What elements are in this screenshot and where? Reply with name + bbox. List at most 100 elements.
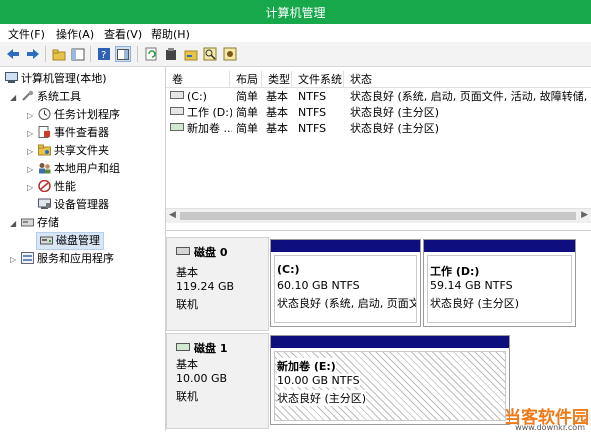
partition-d[interactable]: 工作 (D:) 59.14 GB NTFS 状态良好 (主分区)	[423, 239, 576, 327]
table-row[interactable]: 工作 (D:)	[170, 105, 232, 121]
partition-header-bar	[424, 240, 575, 252]
column-header-status[interactable]: 状态	[344, 71, 591, 88]
tree-label-performance: 性能	[54, 180, 76, 193]
partition-status: 状态良好 (主分区)	[277, 390, 367, 406]
partition-label: 新加卷 (E:)	[277, 358, 336, 374]
services-icon	[21, 252, 34, 264]
tree-label-local-users: 本地用户和组	[54, 162, 120, 175]
volume-layout: 简单	[236, 90, 258, 103]
volume-layout: 简单	[236, 122, 258, 135]
volume-name: (C:)	[187, 90, 207, 103]
chevron-right-icon[interactable]: ▷	[27, 111, 33, 120]
tree-item-device-manager[interactable]: 设备管理器	[38, 197, 109, 213]
partition-status: 状态良好 (系统, 启动, 页面文件	[277, 297, 416, 310]
volume-layout: 简单	[236, 106, 258, 119]
toolbar-separator	[137, 46, 138, 62]
column-header-type[interactable]: 类型	[262, 71, 292, 88]
tree-label-system-tools: 系统工具	[37, 90, 81, 103]
column-header-layout[interactable]: 布局	[230, 71, 262, 88]
horizontal-scrollbar[interactable]: ◀ ▶	[166, 208, 591, 223]
menu-file[interactable]: 文件(F)	[8, 26, 45, 42]
users-icon	[38, 162, 51, 174]
volume-status: 状态良好 (系统, 启动, 页面文件, 活动, 故障转储, 主分	[350, 90, 591, 103]
chevron-right-icon[interactable]: ▷	[27, 183, 33, 192]
performance-icon	[38, 179, 51, 193]
volume-type: 基本	[266, 106, 288, 119]
scroll-right-icon[interactable]: ▶	[581, 210, 588, 220]
volume-type: 基本	[266, 90, 288, 103]
tree-label-root: 计算机管理(本地)	[21, 72, 107, 85]
chevron-right-icon[interactable]: ▷	[27, 165, 33, 174]
title-bar: 计算机管理	[0, 0, 591, 24]
chevron-right-icon[interactable]: ▷	[27, 147, 33, 156]
tree-label-event-viewer: 事件查看器	[54, 126, 109, 139]
disk-size: 119.24 GB	[176, 280, 235, 293]
tree-label-disk-management: 磁盘管理	[56, 234, 100, 247]
partition-label: 工作 (D:)	[430, 265, 480, 278]
volume-type: 基本	[266, 122, 288, 135]
chevron-right-icon[interactable]: ▷	[27, 129, 33, 138]
disk-info[interactable]: 磁盘 0 基本 119.24 GB 联机	[166, 237, 269, 331]
tree-item-disk-management[interactable]: 磁盘管理	[36, 232, 104, 250]
chevron-right-icon[interactable]: ▷	[10, 255, 16, 264]
partition-c[interactable]: (C:) 60.10 GB NTFS 状态良好 (系统, 启动, 页面文件	[270, 239, 421, 327]
tree-item-task-scheduler[interactable]: 任务计划程序	[38, 107, 120, 123]
scroll-left-icon[interactable]: ◀	[169, 210, 176, 220]
tree-item-event-viewer[interactable]: 事件查看器	[38, 125, 109, 141]
table-row[interactable]: (C:)	[170, 89, 232, 105]
tree-item-local-users[interactable]: 本地用户和组	[38, 161, 120, 177]
drive-icon	[170, 91, 184, 99]
disk-size: 10.00 GB	[176, 372, 228, 385]
chevron-down-icon[interactable]: ◢	[10, 93, 16, 102]
panel-icon[interactable]	[115, 46, 131, 62]
help-icon[interactable]: ?	[96, 46, 112, 62]
tree-item-performance[interactable]: 性能	[38, 179, 76, 195]
partition-size: 10.00 GB NTFS	[277, 374, 360, 387]
partition-size: 60.10 GB NTFS	[277, 279, 360, 292]
shared-folder-icon	[38, 144, 51, 156]
column-header-volume[interactable]: 卷	[166, 71, 230, 88]
menu-action[interactable]: 操作(A)	[56, 26, 94, 42]
disk-info[interactable]: 磁盘 1 基本 10.00 GB 联机	[166, 333, 269, 429]
volume-status: 状态良好 (主分区)	[350, 122, 440, 135]
properties-icon[interactable]	[163, 46, 179, 62]
volume-fs: NTFS	[298, 106, 327, 119]
partition-size: 59.14 GB NTFS	[430, 279, 513, 292]
tree-item-storage[interactable]: 存储	[21, 215, 59, 231]
system-tools-icon	[21, 90, 34, 102]
refresh-icon[interactable]	[143, 46, 159, 62]
settings-icon[interactable]	[222, 46, 238, 62]
scrollbar-thumb[interactable]	[180, 212, 576, 220]
partition-e[interactable]: 新加卷 (E:) 10.00 GB NTFS 状态良好 (主分区)	[270, 335, 510, 425]
up-folder-icon[interactable]	[51, 46, 67, 62]
volume-status: 状态良好 (主分区)	[350, 106, 440, 119]
partition-label: (C:)	[277, 263, 300, 276]
drive-icon	[170, 107, 184, 115]
tree-item-root[interactable]: 计算机管理(本地)	[5, 71, 107, 87]
tree-item-services[interactable]: 服务和应用程序	[21, 251, 114, 267]
toolbar-separator	[45, 46, 46, 62]
volume-list: 卷 布局 类型 文件系统 状态 (C:) 简单 基本 NTFS 状态良好 (系统…	[166, 67, 591, 227]
chevron-down-icon[interactable]: ◢	[10, 219, 16, 228]
disk-state: 联机	[176, 390, 198, 403]
console-tree-icon[interactable]	[70, 46, 86, 62]
menu-view[interactable]: 查看(V)	[104, 26, 142, 42]
tree-label-services: 服务和应用程序	[37, 252, 114, 265]
disk-title: 磁盘 0	[176, 244, 227, 260]
back-icon[interactable]	[5, 46, 21, 62]
drive-icon	[170, 123, 184, 131]
clock-icon	[38, 108, 51, 120]
forward-icon[interactable]	[25, 46, 41, 62]
table-row[interactable]: 新加卷 ...	[170, 121, 232, 137]
disk-graphical-view: 磁盘 0 基本 119.24 GB 联机 (C:) 60.10 GB NTFS …	[166, 230, 591, 432]
disk-state: 联机	[176, 298, 198, 311]
column-header-filesystem[interactable]: 文件系统	[292, 71, 344, 88]
open-icon[interactable]	[183, 46, 199, 62]
volume-fs: NTFS	[298, 122, 327, 135]
tree-item-shared-folders[interactable]: 共享文件夹	[38, 143, 109, 159]
menu-help[interactable]: 帮助(H)	[151, 26, 190, 42]
partition-status: 状态良好 (主分区)	[430, 297, 520, 310]
tree-item-system-tools[interactable]: 系统工具	[21, 89, 81, 105]
search-icon[interactable]	[202, 46, 218, 62]
tree-label-storage: 存储	[37, 216, 59, 229]
